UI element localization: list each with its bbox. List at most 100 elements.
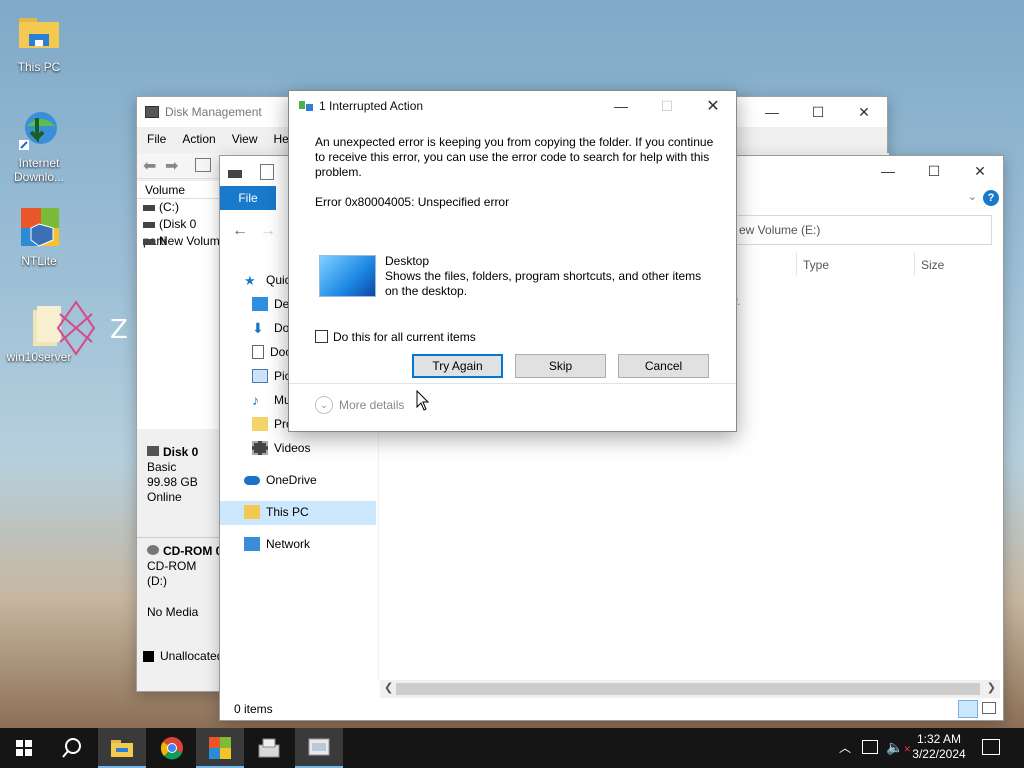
- menu-bar: File Action View He: [147, 132, 305, 146]
- nav-network[interactable]: Network: [244, 533, 310, 555]
- hard-disk-icon: [147, 446, 159, 456]
- chevron-down-icon[interactable]: ⌄: [968, 190, 977, 203]
- scrollbar-thumb[interactable]: [396, 683, 980, 695]
- star-icon: ★: [244, 273, 256, 288]
- column-header-type[interactable]: Type: [796, 252, 914, 276]
- column-header-volume[interactable]: Volume: [137, 181, 221, 199]
- svg-text:Z: Z: [110, 315, 128, 345]
- nav-pictures[interactable]: Pic: [252, 365, 291, 387]
- folder-icon: [252, 417, 268, 431]
- taskbar-dialog-app[interactable]: [295, 728, 343, 768]
- disk-management-icon: [258, 738, 280, 758]
- copy-icon: [299, 101, 313, 111]
- desktop-folder-thumbnail: [319, 255, 376, 297]
- ribbon-file-tab[interactable]: File: [220, 186, 276, 210]
- chevron-down-icon: ⌄: [315, 396, 333, 414]
- error-message: An unexpected error is keeping you from …: [315, 135, 714, 179]
- scroll-left-icon[interactable]: ❮: [384, 681, 393, 694]
- menu-file[interactable]: File: [147, 132, 166, 146]
- cdrom-panel[interactable]: CD-ROM 0 CD-ROM (D:) No Media: [137, 537, 222, 633]
- music-icon: ♪: [252, 392, 259, 408]
- interrupted-action-dialog[interactable]: 1 Interrupted Action — ☐ ✕ An unexpected…: [288, 90, 737, 432]
- start-button[interactable]: [0, 728, 48, 768]
- menu-help[interactable]: He: [274, 132, 289, 146]
- taskbar-disk-management[interactable]: [245, 728, 293, 768]
- desktop-icon-label: This PC: [17, 60, 61, 74]
- cancel-button[interactable]: Cancel: [618, 354, 709, 378]
- close-button[interactable]: ✕: [957, 156, 1003, 186]
- legend-swatch: [143, 650, 154, 662]
- globe-download-icon: [17, 108, 61, 152]
- drive-icon: [228, 170, 242, 178]
- search-icon: [62, 738, 81, 758]
- volume-row[interactable]: (C:): [137, 199, 221, 216]
- notifications-icon[interactable]: [982, 739, 1000, 755]
- desktop-icon-internet-download[interactable]: Internet Downlo...: [3, 108, 75, 184]
- forward-arrow-icon[interactable]: ➡: [165, 156, 178, 176]
- chevron-up-icon[interactable]: ︿: [839, 739, 851, 756]
- minimize-button[interactable]: —: [749, 97, 795, 127]
- taskbar-chrome[interactable]: [148, 728, 196, 768]
- nav-onedrive[interactable]: OneDrive: [244, 469, 317, 491]
- chrome-icon: [160, 737, 183, 760]
- volume-row[interactable]: New Volum: [137, 233, 221, 250]
- window-title: Disk Management: [165, 105, 262, 119]
- nav-videos[interactable]: Videos: [252, 437, 310, 459]
- network-icon: [244, 537, 260, 551]
- details-view-icon[interactable]: [958, 700, 978, 718]
- tiles-view-icon[interactable]: [982, 702, 996, 714]
- desktop-icon-label: NTLite: [21, 254, 57, 268]
- cd-icon: [147, 545, 159, 555]
- horizontal-scrollbar[interactable]: ❮ ❯: [380, 680, 1000, 698]
- properties-icon[interactable]: [195, 158, 211, 172]
- item-name: Desktop: [385, 254, 430, 268]
- ntlite-icon: [17, 206, 61, 250]
- volume-row[interactable]: (Disk 0 parti: [137, 216, 221, 248]
- address-bar[interactable]: ew Volume (E:): [734, 215, 992, 245]
- try-again-button[interactable]: Try Again: [412, 354, 503, 378]
- desktop-icon-this-pc[interactable]: This PC: [3, 12, 75, 74]
- cloud-icon: [244, 475, 260, 485]
- taskbar-ntlite[interactable]: [196, 728, 244, 768]
- column-header-size[interactable]: Size: [914, 252, 994, 276]
- help-icon[interactable]: ?: [983, 190, 999, 206]
- scroll-right-icon[interactable]: ❯: [987, 681, 996, 694]
- minimize-button[interactable]: —: [865, 156, 911, 186]
- windows-logo-icon: [16, 740, 32, 756]
- quick-access-toolbar: [228, 164, 274, 180]
- volume-list: Volume (C:) (Disk 0 parti New Volum: [137, 181, 221, 429]
- close-button[interactable]: ✕: [690, 91, 736, 121]
- folder-icon: [17, 12, 61, 56]
- clock-time: 1:32 AM: [916, 732, 962, 746]
- maximize-button[interactable]: ☐: [911, 156, 957, 186]
- mouse-cursor-icon: [416, 389, 430, 415]
- desktop-icon-ntlite[interactable]: NTLite: [3, 206, 75, 268]
- network-icon[interactable]: [862, 740, 878, 754]
- disk-icon: [145, 106, 159, 118]
- nav-quick-access[interactable]: ★ Quic: [244, 269, 291, 291]
- apply-all-label[interactable]: Do this for all current items: [333, 330, 476, 344]
- forward-arrow-icon[interactable]: →: [260, 222, 276, 240]
- maximize-button[interactable]: ☐: [795, 97, 841, 127]
- minimize-button[interactable]: —: [598, 91, 644, 121]
- folder-icon: [111, 740, 133, 757]
- divider: [289, 383, 736, 384]
- menu-view[interactable]: View: [232, 132, 258, 146]
- item-description: Shows the files, folders, program shortc…: [385, 269, 702, 298]
- dialog-title: 1 Interrupted Action: [319, 99, 424, 113]
- taskbar-file-explorer[interactable]: [98, 728, 146, 768]
- disk0-panel[interactable]: Disk 0 Basic 99.98 GB Online: [137, 437, 221, 533]
- search-button[interactable]: [48, 728, 96, 768]
- back-arrow-icon[interactable]: ←: [232, 222, 248, 240]
- menu-action[interactable]: Action: [182, 132, 215, 146]
- close-button[interactable]: ✕: [841, 97, 887, 127]
- nav-music[interactable]: ♪ Mu: [252, 389, 291, 411]
- nav-this-pc[interactable]: This PC: [244, 501, 309, 523]
- skip-button[interactable]: Skip: [515, 354, 606, 378]
- apply-all-checkbox[interactable]: [315, 330, 328, 343]
- properties-icon[interactable]: [260, 164, 274, 180]
- back-arrow-icon[interactable]: ⬅: [143, 156, 156, 176]
- more-details-toggle[interactable]: ⌄ More details: [315, 396, 404, 414]
- nav-documents[interactable]: Doc: [252, 341, 291, 363]
- clock[interactable]: 1:32 AM 3/22/2024: [906, 732, 972, 762]
